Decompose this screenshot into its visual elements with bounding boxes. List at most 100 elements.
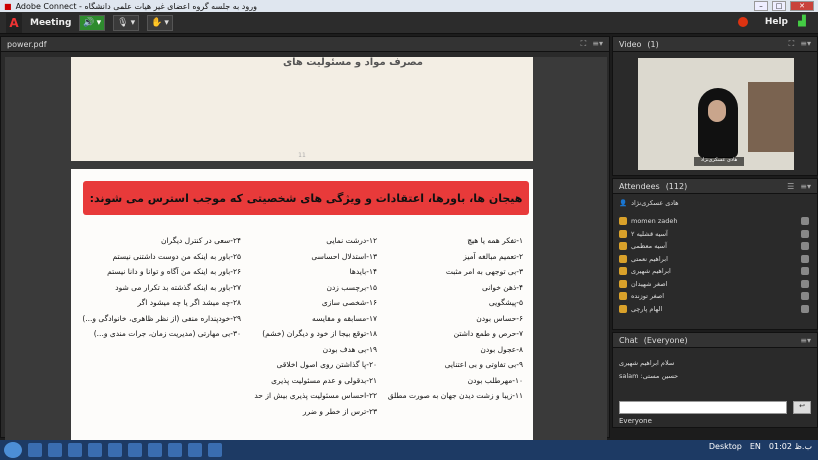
attendee-row[interactable]: ابراهیم شهیری xyxy=(619,265,809,278)
list-column-1: ۱-تفکر همه یا هیچ ۲-تعمیم مبالغه آمیز ۳-بی… xyxy=(388,233,523,404)
list-item: ۳-بی توجهی به امر مثبت xyxy=(445,267,523,276)
pdf-page-current: هیجان ها، باورها، اعتقادات و ویژگی های ش… xyxy=(71,169,533,443)
user-icon xyxy=(619,254,627,263)
taskbar-app-icon[interactable] xyxy=(188,443,202,457)
chat-title: Chat xyxy=(619,335,638,345)
status-icon xyxy=(801,254,809,263)
video-pod: Video (1) ⛶ ≡▾ هادی عسکری‌نژاد xyxy=(612,36,818,176)
attendee-row[interactable]: ابراهیم نعمتی xyxy=(619,253,809,266)
attendee-row[interactable]: آسیه قشلیه ۲ xyxy=(619,228,809,241)
status-icon xyxy=(801,292,809,301)
list-item: ۲۹-خودپنداره منفی (از نظر ظاهری، خانوادگ… xyxy=(82,313,241,323)
pod-menu-icon[interactable]: ≡▾ xyxy=(800,336,811,345)
attendees-title: Attendees xyxy=(619,181,660,191)
hand-icon: ✋ xyxy=(151,17,163,28)
list-item: ۸-عجول بودن xyxy=(480,344,523,354)
list-item: ۲۳-ترس از خطر و ضرر xyxy=(302,406,377,416)
pod-menu-icon[interactable]: ≡▾ xyxy=(592,39,603,49)
list-column-2: ۱۲-درشت نمایی ۱۳-استدلال احساسی ۱۴-بایدها ۱… xyxy=(254,233,377,419)
attendees-count: (112) xyxy=(665,181,688,191)
list-item: ۱۷-مسابقه و مقایسه xyxy=(312,313,377,323)
user-icon xyxy=(619,292,627,301)
list-item: ۱۲-درشت نمایی xyxy=(326,236,377,245)
attendees-pod-header: Attendees (112) ☰ ≡▾ xyxy=(613,179,817,194)
taskbar-app-icon[interactable] xyxy=(128,443,142,457)
list-item: ۱۸-توقع بیجا از خود و دیگران (خشم) xyxy=(262,329,377,338)
taskbar-app-icon[interactable] xyxy=(48,443,62,457)
status-icon xyxy=(801,267,809,276)
chat-message: سلام ابراهیم شهیری xyxy=(619,359,675,367)
speaker-icon: 🔊 xyxy=(83,17,95,28)
list-item: ۱۳-استدلال احساسی xyxy=(311,251,377,261)
connection-signal-icon: ▟ xyxy=(798,16,806,27)
list-item: ۲۷-باور به اینکه گذشته بد تکرار می شود xyxy=(115,282,241,292)
list-item: ۱۴-بایدها xyxy=(349,267,377,276)
attendees-pod: Attendees (112) ☰ ≡▾ 👤 هادی عسکری‌نژاد mom… xyxy=(612,178,818,330)
fullscreen-icon[interactable]: ⛶ xyxy=(581,39,587,49)
slide-banner-title: هیجان ها، باورها، اعتقادات و ویژگی های ش… xyxy=(83,181,529,215)
chat-pod: Chat (Everyone) ≡▾ سلام ابراهیم شهیری sal… xyxy=(612,332,818,428)
pdf-viewer[interactable]: مصرف مواد و مسئولیت های 11 هیجان ها، باو… xyxy=(5,57,607,449)
video-title: Video xyxy=(619,39,642,49)
speaker-toggle[interactable]: 🔊 ▾ xyxy=(79,14,106,31)
pod-menu-icon[interactable]: ≡▾ xyxy=(800,182,811,191)
language-indicator[interactable]: EN xyxy=(750,442,761,451)
presenter-name-label: هادی عسکری‌نژاد xyxy=(694,157,744,166)
attendee-list: momen zadeh آسیه قشلیه ۲ آسیه معظمی ابراهیم… xyxy=(619,215,809,315)
minimize-button[interactable]: – xyxy=(754,1,768,11)
user-icon xyxy=(619,217,627,226)
chat-message: salam :حسین مستی xyxy=(619,372,679,380)
clock[interactable]: 01:02 ب.ظ xyxy=(769,442,812,451)
host-row[interactable]: 👤 هادی عسکری‌نژاد xyxy=(619,199,679,207)
attendee-row[interactable]: اصغر توزنده xyxy=(619,290,809,303)
list-item: ۲۴-سعی در کنترل دیگران xyxy=(160,236,241,245)
user-icon xyxy=(619,229,627,238)
pdf-pod-header: power.pdf ⛶ ≡▾ xyxy=(1,37,609,52)
taskbar-app-icon[interactable] xyxy=(108,443,122,457)
list-item: ۹-بی تفاوتی و بی اعتنایی xyxy=(444,360,523,369)
list-item: ۲۸-چه میشد اگر یا چه میشود اگر xyxy=(137,298,241,307)
pod-menu-icon[interactable]: ≡▾ xyxy=(800,39,811,49)
taskbar-app-icon[interactable] xyxy=(168,443,182,457)
attendee-name: آسیه قشلیه ۲ xyxy=(631,229,668,238)
chat-messages: سلام ابراهیم شهیری salam :حسین مستی xyxy=(619,357,809,383)
list-item: ۱۰-مهرطلب بودن xyxy=(467,375,523,385)
list-item: ۱۹-بی هدف بودن xyxy=(322,344,377,354)
attendee-row[interactable]: اصغر شهیدان xyxy=(619,278,809,291)
webcam-video: هادی عسکری‌نژاد xyxy=(638,58,794,170)
chat-send-button[interactable]: ↩ xyxy=(793,401,811,414)
attendee-name: ابراهیم نعمتی xyxy=(631,254,668,263)
raise-hand-toggle[interactable]: ✋ ▾ xyxy=(147,14,173,31)
attendee-name: ابراهیم شهیری xyxy=(631,267,671,276)
list-item: ۳۰-بی مهارتی (مدیریت زمان، جرات مندی و..… xyxy=(93,329,241,338)
desktop-toolbar[interactable]: Desktop xyxy=(709,442,742,451)
fullscreen-icon[interactable]: ⛶ xyxy=(789,39,795,49)
taskbar-app-icon[interactable] xyxy=(68,443,82,457)
attendee-row[interactable]: الهام پارچی xyxy=(619,303,809,316)
attendee-row[interactable]: momen zadeh xyxy=(619,215,809,228)
list-item: ۲۰-پا گذاشتن روی اصول اخلاقی xyxy=(276,360,377,369)
maximize-button[interactable]: □ xyxy=(772,1,786,11)
start-button[interactable] xyxy=(4,442,22,458)
taskbar-app-icon[interactable] xyxy=(28,443,42,457)
chat-recipient-select[interactable]: Everyone xyxy=(619,417,652,425)
list-item: ۱۵-برچسب زدن xyxy=(326,282,377,292)
help-menu[interactable]: Help xyxy=(765,17,788,27)
meeting-menu[interactable]: Meeting xyxy=(30,18,71,28)
taskbar-app-icon[interactable] xyxy=(88,443,102,457)
pdf-title: power.pdf xyxy=(7,39,47,49)
taskbar-app-icon[interactable] xyxy=(208,443,222,457)
app-toolbar: A Meeting 🔊 ▾ 🎙 ▾ ✋ ▾ Help ▟ xyxy=(0,12,818,34)
adobe-logo-icon: A xyxy=(6,12,22,33)
list-view-icon[interactable]: ☰ xyxy=(787,182,794,191)
record-indicator-icon xyxy=(738,17,748,27)
microphone-toggle[interactable]: 🎙 ▾ xyxy=(113,14,140,31)
status-icon xyxy=(801,229,809,238)
attendee-row[interactable]: آسیه معظمی xyxy=(619,240,809,253)
taskbar-app-icon[interactable] xyxy=(148,443,162,457)
user-icon xyxy=(619,304,627,313)
close-button[interactable]: ✕ xyxy=(790,1,814,11)
chat-input[interactable] xyxy=(619,401,787,414)
list-item: ۲۱-بدقولی و عدم مسئولیت پذیری xyxy=(271,375,377,385)
title-bar: ■ ورود به جلسه گروه اعضای غیر هیات علمی … xyxy=(0,0,818,12)
